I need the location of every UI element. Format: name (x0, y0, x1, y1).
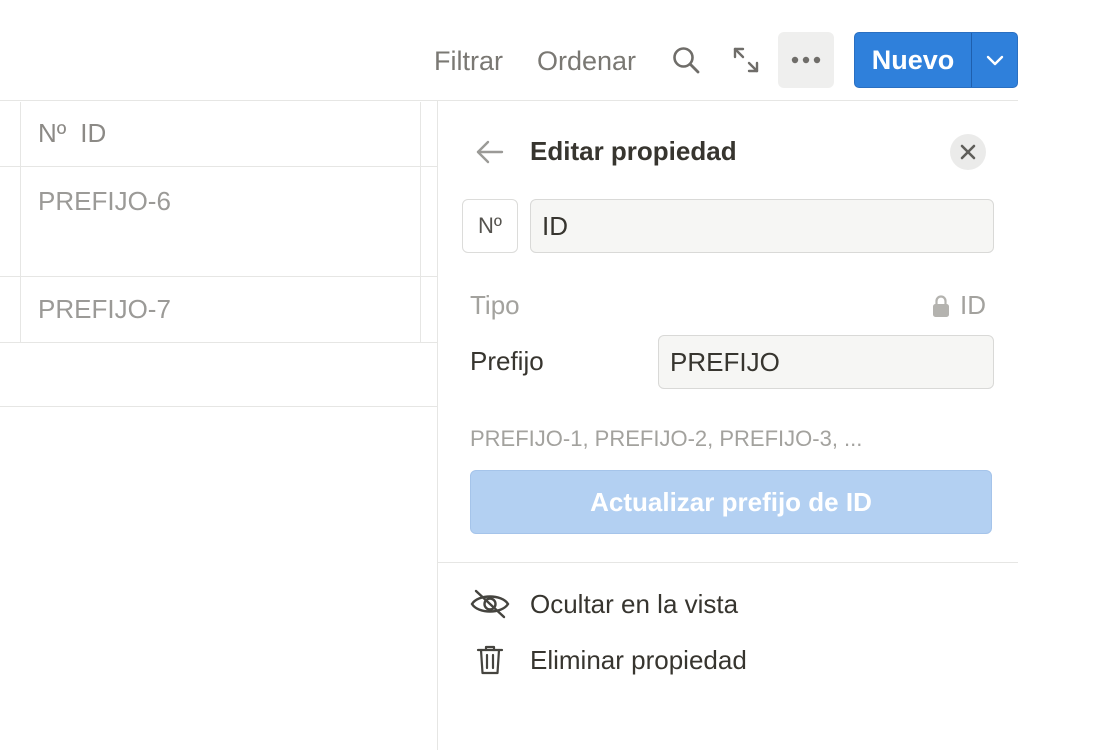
column-header-id[interactable]: Nº ID (38, 118, 106, 149)
expand-icon[interactable] (728, 40, 764, 80)
column-header-label: ID (80, 118, 107, 148)
update-prefix-button[interactable]: Actualizar prefijo de ID (470, 470, 992, 534)
property-icon-button[interactable]: Nº (462, 199, 518, 253)
table-cell-id[interactable]: PREFIJO-6 (38, 186, 171, 217)
more-icon (791, 56, 821, 64)
close-icon (960, 144, 976, 160)
column-border (420, 102, 421, 342)
panel-section-divider (438, 562, 1018, 563)
table-row-border (0, 276, 437, 277)
chevron-down-icon (986, 55, 1003, 66)
delete-property-button[interactable]: Eliminar propiedad (470, 640, 747, 680)
lock-icon (933, 294, 949, 317)
prefix-label: Prefijo (470, 346, 544, 376)
delete-property-label: Eliminar propiedad (530, 644, 747, 675)
type-value: ID (932, 290, 986, 321)
table-top-border (0, 100, 1018, 101)
panel-title: Editar propiedad (530, 136, 737, 166)
toolbar: Filtrar Ordenar Nuevo (0, 0, 1018, 100)
table-cell-id[interactable]: PREFIJO-7 (38, 294, 171, 325)
number-icon: Nº (38, 118, 67, 148)
app-root: Filtrar Ordenar Nuevo Nº ID PREFIJO-6 PR… (0, 0, 1116, 750)
filter-button[interactable]: Filtrar (434, 44, 503, 78)
close-button[interactable] (950, 134, 986, 170)
search-icon[interactable] (668, 40, 704, 80)
prefix-preview: PREFIJO-1, PREFIJO-2, PREFIJO-3, ... (470, 426, 863, 451)
hide-in-view-label: Ocultar en la vista (530, 588, 739, 619)
table-row-border (0, 406, 437, 407)
panel-divider (437, 100, 438, 750)
table-row-border (0, 342, 437, 343)
property-name-input[interactable] (530, 199, 994, 253)
arrow-left-icon (476, 140, 504, 164)
back-button[interactable] (472, 136, 508, 168)
new-button[interactable]: Nuevo (855, 33, 971, 87)
type-label: Tipo (470, 290, 520, 320)
table-row-border (0, 166, 437, 167)
hide-in-view-button[interactable]: Ocultar en la vista (470, 584, 738, 624)
type-value-text: ID (960, 290, 986, 320)
new-button-group: Nuevo (854, 32, 1018, 88)
eye-off-icon (470, 584, 510, 624)
more-options-button[interactable] (778, 32, 834, 88)
sort-button[interactable]: Ordenar (537, 44, 636, 78)
column-border (20, 102, 21, 342)
new-dropdown-button[interactable] (972, 33, 1017, 87)
trash-icon (470, 640, 510, 680)
prefix-input[interactable] (658, 335, 994, 389)
